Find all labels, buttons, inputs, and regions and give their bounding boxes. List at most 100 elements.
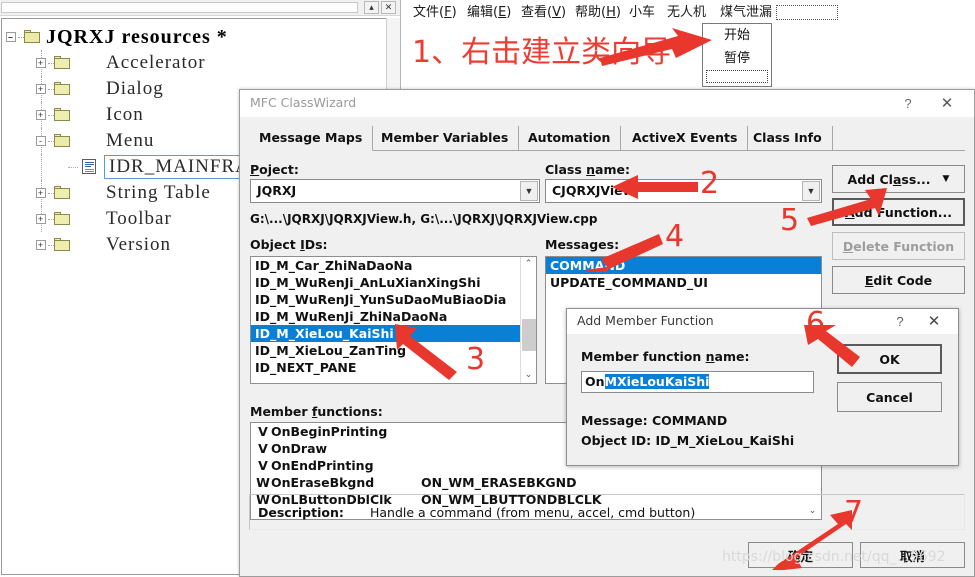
resource-pane-titlebar: ▴ ✕	[0, 0, 400, 16]
annotation-number-5: 5	[780, 203, 800, 238]
help-icon[interactable]: ?	[897, 94, 919, 114]
list-item[interactable]: UPDATE_COMMAND_UI	[546, 274, 821, 291]
add-member-function-title: Add Member Function	[577, 313, 714, 328]
popup-menu-item-start[interactable]: 开始	[703, 24, 771, 47]
list-item[interactable]: ID_M_WuRenJi_AnLuXianXingShi	[251, 274, 536, 291]
object-id-info-line: Object ID: ID_M_XieLou_KaiShi	[581, 433, 795, 448]
tab-strip: Message Maps Member Variables Automation…	[249, 126, 965, 151]
input-prefix: On	[585, 374, 605, 389]
annotation-number-4: 4	[665, 219, 685, 254]
menu-item-file[interactable]: 文件(F)	[411, 4, 459, 21]
collapse-icon[interactable]: –	[6, 32, 16, 42]
description-text: Handle a command (from menu, accel, cmd …	[370, 505, 696, 520]
delete-function-button: Delete Function	[832, 232, 965, 260]
list-item[interactable]: ID_M_WuRenJi_YunSuDaoMuBiaoDia	[251, 291, 536, 308]
annotation-number-2: 2	[700, 166, 720, 201]
add-member-function-dialog: Add Member Function ? ✕ Member function …	[566, 308, 959, 466]
chevron-down-icon: ▼	[942, 174, 950, 184]
table-row[interactable]: WOnEraseBkgnd ON_WM_ERASEBKGND	[251, 474, 821, 491]
popup-menu-item-pause[interactable]: 暂停	[703, 47, 771, 70]
annotation-step-1-text: 1、右击建立类向导	[412, 35, 672, 70]
tab-automation[interactable]: Automation	[518, 126, 622, 151]
context-popup-menu: 开始 暂停	[702, 23, 772, 87]
expand-icon[interactable]: +	[36, 214, 46, 224]
close-icon[interactable]: ✕	[934, 94, 960, 114]
function-message: ON_WM_ERASEBKGND	[421, 475, 577, 490]
menu-focus-rect	[776, 5, 838, 20]
menu-item-drone[interactable]: 无人机	[665, 4, 708, 21]
scrollbar-thumb[interactable]	[522, 319, 536, 351]
close-icon[interactable]: ✕	[922, 312, 946, 331]
classwizard-titlebar[interactable]: MFC ClassWizard ? ✕	[240, 90, 974, 117]
function-name: OnEndPrinting	[271, 458, 374, 473]
add-class-button[interactable]: Add Cl a ss... ▼	[832, 165, 965, 193]
folder-icon	[54, 108, 70, 121]
annotation-number-3: 3	[466, 342, 486, 377]
tab-class-info[interactable]: Class Info	[743, 126, 833, 151]
chevron-down-icon[interactable]: ▼	[802, 181, 820, 201]
project-combobox[interactable]: JQRXJ ▼	[250, 179, 540, 203]
list-item[interactable]: ID_M_Car_ZhiNaDaoNa	[251, 257, 536, 274]
virtual-function-icon: V	[258, 458, 268, 473]
chevron-down-icon[interactable]: ▼	[520, 181, 538, 201]
menu-resource-icon	[82, 159, 96, 174]
list-item[interactable]: ID_M_WuRenJi_ZhiNaDaoNa	[251, 308, 536, 325]
scroll-down-icon[interactable]: ⌄	[521, 368, 536, 383]
menu-item-car[interactable]: 小车	[627, 4, 657, 21]
virtual-function-icon: V	[258, 441, 268, 456]
menu-item-view[interactable]: 查看(V)	[519, 4, 568, 21]
expand-icon[interactable]: +	[36, 58, 46, 68]
member-functions-label: Member functions:	[250, 404, 383, 419]
folder-icon	[54, 56, 70, 69]
project-label: Poject:	[250, 162, 299, 177]
description-label: Description:	[258, 505, 344, 520]
folder-icon	[54, 186, 70, 199]
add-member-ok-button[interactable]: OK	[837, 344, 942, 374]
expand-icon[interactable]: +	[36, 110, 46, 120]
folder-open-icon	[54, 134, 70, 147]
object-ids-scrollbar[interactable]: ⌃ ⌄	[520, 257, 536, 383]
horizontal-scrollbar[interactable]	[1, 2, 358, 13]
object-ids-listbox[interactable]: ID_M_Car_ZhiNaDaoNa ID_M_WuRenJi_AnLuXia…	[250, 256, 537, 384]
member-function-name-label: Member function name:	[581, 349, 750, 364]
edit-code-button[interactable]: Edit Code	[832, 266, 965, 294]
project-value: JQRXJ	[257, 183, 297, 198]
tab-message-maps[interactable]: Message Maps	[249, 126, 374, 151]
scroll-up-icon[interactable]: ⌃	[521, 257, 536, 272]
file-paths-text: G:\...\JQRXJ\JQRXJView.h, G:\...\JQRXJ\J…	[250, 212, 598, 226]
menu-item-help[interactable]: 帮助(H)	[573, 4, 623, 21]
message-info-line: Message: COMMAND	[581, 413, 728, 428]
expand-icon[interactable]: +	[36, 84, 46, 94]
help-icon[interactable]: ?	[890, 312, 910, 331]
tab-activex-events[interactable]: ActiveX Events	[622, 126, 749, 151]
folder-icon	[54, 82, 70, 95]
list-item-selected[interactable]: ID_M_XieLou_KaiShi	[251, 325, 536, 342]
list-item[interactable]: ID_NEXT_PANE	[251, 359, 536, 376]
menu-item-edit[interactable]: 编辑(E)	[465, 4, 513, 21]
expand-icon[interactable]: +	[36, 188, 46, 198]
list-item-selected[interactable]: COMMAND	[546, 257, 821, 274]
function-name: OnDraw	[271, 441, 328, 456]
virtual-function-icon: V	[258, 424, 268, 439]
classwizard-title: MFC ClassWizard	[250, 95, 357, 110]
windows-message-icon: W	[256, 475, 270, 490]
list-item[interactable]: ID_M_XieLou_ZanTing	[251, 342, 536, 359]
watermark-text: https://blog.csdn.net/qq_...9692	[722, 549, 946, 565]
close-icon[interactable]: ✕	[381, 1, 396, 14]
minimize-icon[interactable]: ▴	[364, 1, 379, 14]
menu-item-gas-leak[interactable]: 煤气泄漏	[718, 4, 774, 21]
function-name: OnBeginPrinting	[271, 424, 388, 439]
add-member-cancel-button[interactable]: Cancel	[837, 382, 942, 412]
folder-open-icon	[24, 30, 40, 43]
tree-node-root[interactable]: – JQRXJ resources *	[6, 24, 285, 50]
add-member-function-titlebar[interactable]: Add Member Function ? ✕	[567, 309, 958, 334]
class-name-combobox[interactable]: CJQRXJView ▼	[545, 179, 822, 203]
tab-member-variables[interactable]: Member Variables	[371, 126, 520, 151]
tree-node-accelerator[interactable]: + Accelerator	[6, 50, 285, 76]
collapse-icon[interactable]: -	[36, 136, 46, 146]
class-name-value: CJQRXJView	[552, 183, 635, 198]
folder-icon	[54, 212, 70, 225]
add-function-button[interactable]: Add Function...	[832, 198, 965, 226]
member-function-name-input[interactable]: OnMXieLouKaiShi	[581, 371, 814, 393]
expand-icon[interactable]: +	[36, 240, 46, 250]
